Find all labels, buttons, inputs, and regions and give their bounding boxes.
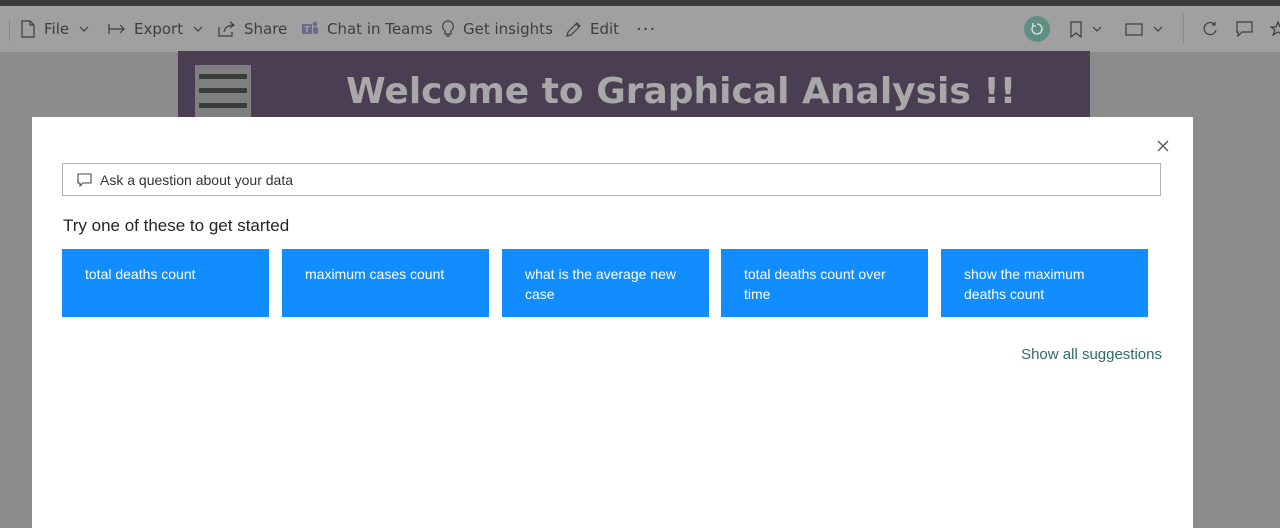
favorite-button[interactable]: [1270, 6, 1280, 52]
toolbar-divider: [1183, 14, 1184, 44]
close-icon[interactable]: [1154, 137, 1172, 155]
file-label: File: [44, 20, 70, 38]
chevron-down-icon: [1092, 26, 1102, 32]
report-header-banner: Welcome to Graphical Analysis !!: [178, 51, 1090, 117]
show-all-suggestions-link[interactable]: Show all suggestions: [1021, 346, 1162, 363]
refresh-icon: [1203, 21, 1217, 36]
chat-in-teams-button[interactable]: T Chat in Teams: [301, 6, 433, 52]
report-toolbar: File Export Share T Chat in Teams Get in…: [0, 6, 1280, 52]
view-icon: [1125, 22, 1143, 36]
chevron-down-icon: [1153, 26, 1163, 32]
lightbulb-icon: [442, 20, 454, 37]
comment-icon: [1236, 21, 1253, 37]
qa-dialog: Ask a question about your data Try one o…: [32, 117, 1193, 528]
teams-label: Chat in Teams: [327, 20, 433, 38]
share-button[interactable]: Share: [218, 6, 287, 52]
pencil-icon: [566, 21, 581, 37]
get-insights-button[interactable]: Get insights: [441, 6, 553, 52]
chat-bubble-icon: [77, 172, 92, 187]
comment-button[interactable]: [1236, 6, 1253, 52]
bookmark-icon: [1070, 20, 1082, 38]
qa-input-placeholder: Ask a question about your data: [100, 171, 294, 188]
export-menu-button[interactable]: Export: [108, 6, 203, 52]
insights-label: Get insights: [463, 20, 553, 38]
share-icon: [218, 21, 235, 37]
more-options-button[interactable]: ···: [636, 6, 656, 52]
refresh-button[interactable]: [1202, 6, 1218, 52]
export-arrow-icon: [108, 24, 125, 34]
chevron-down-icon: [79, 26, 89, 32]
qa-question-input[interactable]: Ask a question about your data: [62, 163, 1161, 196]
suggestions-heading: Try one of these to get started: [63, 216, 290, 235]
share-label: Share: [244, 20, 288, 38]
suggestion-chip[interactable]: total deaths count over time: [721, 249, 928, 317]
edit-button[interactable]: Edit: [565, 6, 619, 52]
file-icon: [21, 20, 35, 38]
hamburger-menu-icon[interactable]: [195, 65, 251, 117]
star-icon: [1270, 21, 1280, 37]
bookmark-button[interactable]: [1070, 6, 1102, 52]
edit-label: Edit: [590, 20, 620, 38]
suggestion-chip[interactable]: total deaths count: [62, 249, 269, 317]
export-label: Export: [134, 20, 184, 38]
view-button[interactable]: [1125, 6, 1163, 52]
chevron-down-icon: [193, 26, 203, 32]
teams-icon: T: [302, 21, 318, 35]
suggestion-chip[interactable]: maximum cases count: [282, 249, 489, 317]
toolbar-divider: [9, 19, 10, 41]
svg-text:T: T: [304, 26, 310, 35]
suggestion-chip[interactable]: what is the average new case: [502, 249, 709, 317]
file-menu-button[interactable]: File: [20, 6, 89, 52]
reset-icon[interactable]: [1024, 16, 1050, 42]
suggestion-chip[interactable]: show the maximum deaths count: [941, 249, 1148, 317]
report-title: Welcome to Graphical Analysis !!: [346, 71, 1017, 112]
